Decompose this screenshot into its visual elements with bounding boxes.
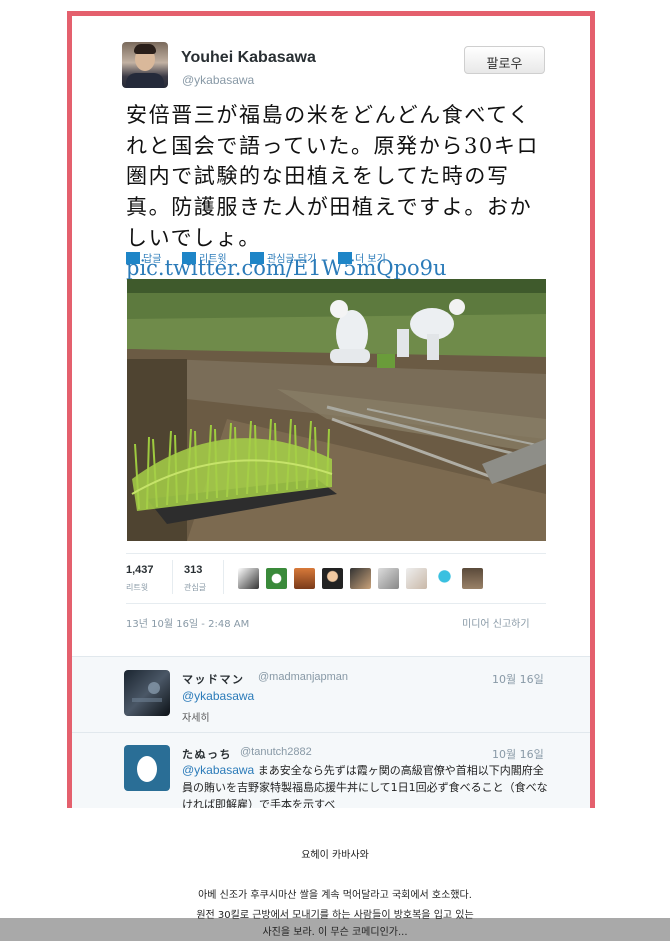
reply-action[interactable]: 답글 [126, 250, 161, 265]
rice-paddy-photo-icon [127, 279, 546, 541]
avatar-hair [134, 44, 156, 54]
report-media-link[interactable]: 미디어 신고하기 [462, 615, 530, 630]
avatar-suit [126, 73, 164, 88]
reply-author-handle[interactable]: @madmanjapman [258, 671, 348, 683]
retweet-label: 리트윗 [199, 254, 227, 265]
stats-divider-bottom [126, 603, 546, 604]
favorite-action[interactable]: 관심글 담기 [250, 250, 316, 265]
favoriter-avatar[interactable] [322, 568, 343, 589]
tweet-photo[interactable] [127, 279, 546, 541]
favoriter-avatar[interactable] [434, 568, 455, 589]
favoriter-avatar[interactable] [378, 568, 399, 589]
favoriter-avatar[interactable] [350, 568, 371, 589]
reply-author-name[interactable]: マッドマン [182, 671, 245, 687]
reply-label: 답글 [143, 254, 162, 265]
caption-line: 원전 30킬로 근방에서 모내기를 하는 사람들이 방호복을 입고 있는 [196, 910, 474, 921]
more-label: 더 보기 [355, 254, 386, 265]
reply-item[interactable]: たぬっち @tanutch2882 10월 16일 @ykabasawa まあ安… [72, 733, 590, 808]
reply-avatar[interactable] [124, 745, 170, 791]
retweet-action[interactable]: 리트윗 [182, 250, 227, 265]
stats-divider-top [126, 553, 546, 554]
favoriter-avatar[interactable] [462, 568, 483, 589]
reply-date[interactable]: 10월 16일 [492, 671, 544, 687]
retweet-count-label: 리트윗 [126, 583, 149, 592]
reply-author-handle[interactable]: @tanutch2882 [240, 746, 312, 758]
favorite-count-label: 관심글 [184, 583, 207, 592]
more-icon [338, 252, 352, 264]
caption-line: 사진을 보라. 이 무슨 코메디인가... [262, 927, 408, 938]
more-action[interactable]: 더 보기 [338, 250, 386, 265]
user-handle[interactable]: @ykabasawa [182, 73, 254, 87]
favorite-label: 관심글 담기 [267, 254, 317, 265]
follow-button-label: 팔로우 [486, 57, 523, 72]
reply-mention[interactable]: @ykabasawa [182, 763, 254, 777]
caption-line: 아베 신조가 후쿠시마산 쌀을 계속 먹어달라고 국회에서 호소했다. [198, 890, 472, 901]
replies-section: マッドマン @madmanjapman 10월 16일 @ykabasawa 자… [72, 656, 590, 808]
tweet-screenshot-frame: Youhei Kabasawa @ykabasawa 팔로우 安倍晋三が福島の米… [67, 11, 595, 808]
reply-date[interactable]: 10월 16일 [492, 746, 544, 762]
reply-text: @ykabasawa [182, 688, 552, 705]
reply-text: @ykabasawa まあ安全なら先ずは霞ヶ関の高級官僚や首相以下内閣府全員の賄… [182, 762, 552, 808]
reply-expand-link[interactable]: 자세히 [182, 709, 210, 724]
stats-separator [172, 560, 173, 594]
favoriter-avatar[interactable] [238, 568, 259, 589]
tweet-timestamp[interactable]: 13년 10월 16일 - 2:48 AM [126, 615, 249, 630]
egg-avatar-icon [137, 756, 157, 782]
caption-title: 요헤이 카바사와 [301, 850, 369, 861]
reply-avatar[interactable] [124, 670, 170, 716]
reply-item[interactable]: マッドマン @madmanjapman 10월 16일 @ykabasawa 자… [72, 657, 590, 733]
user-avatar[interactable] [122, 42, 168, 88]
stats-separator [223, 560, 224, 594]
retweet-count[interactable]: 1,437 [126, 564, 154, 576]
favorite-count[interactable]: 313 [184, 564, 202, 576]
tweet-body: 安倍晋三が福島の米をどんどん食べてくれと国会で語っていた。原発から30キロ圏内で… [126, 103, 540, 250]
tweet-card: Youhei Kabasawa @ykabasawa 팔로우 安倍晋三が福島の米… [72, 16, 590, 656]
favorite-icon [250, 252, 264, 264]
reply-icon [126, 252, 140, 264]
favoriter-avatar[interactable] [266, 568, 287, 589]
favoriter-avatar[interactable] [406, 568, 427, 589]
follow-button[interactable]: 팔로우 [464, 46, 545, 74]
retweet-icon [182, 252, 196, 264]
reply-mention[interactable]: @ykabasawa [182, 689, 254, 703]
reply-author-name[interactable]: たぬっち [182, 746, 232, 762]
favoriter-avatar[interactable] [294, 568, 315, 589]
reply-avatar-icon [132, 682, 162, 702]
user-name[interactable]: Youhei Kabasawa [181, 49, 316, 67]
